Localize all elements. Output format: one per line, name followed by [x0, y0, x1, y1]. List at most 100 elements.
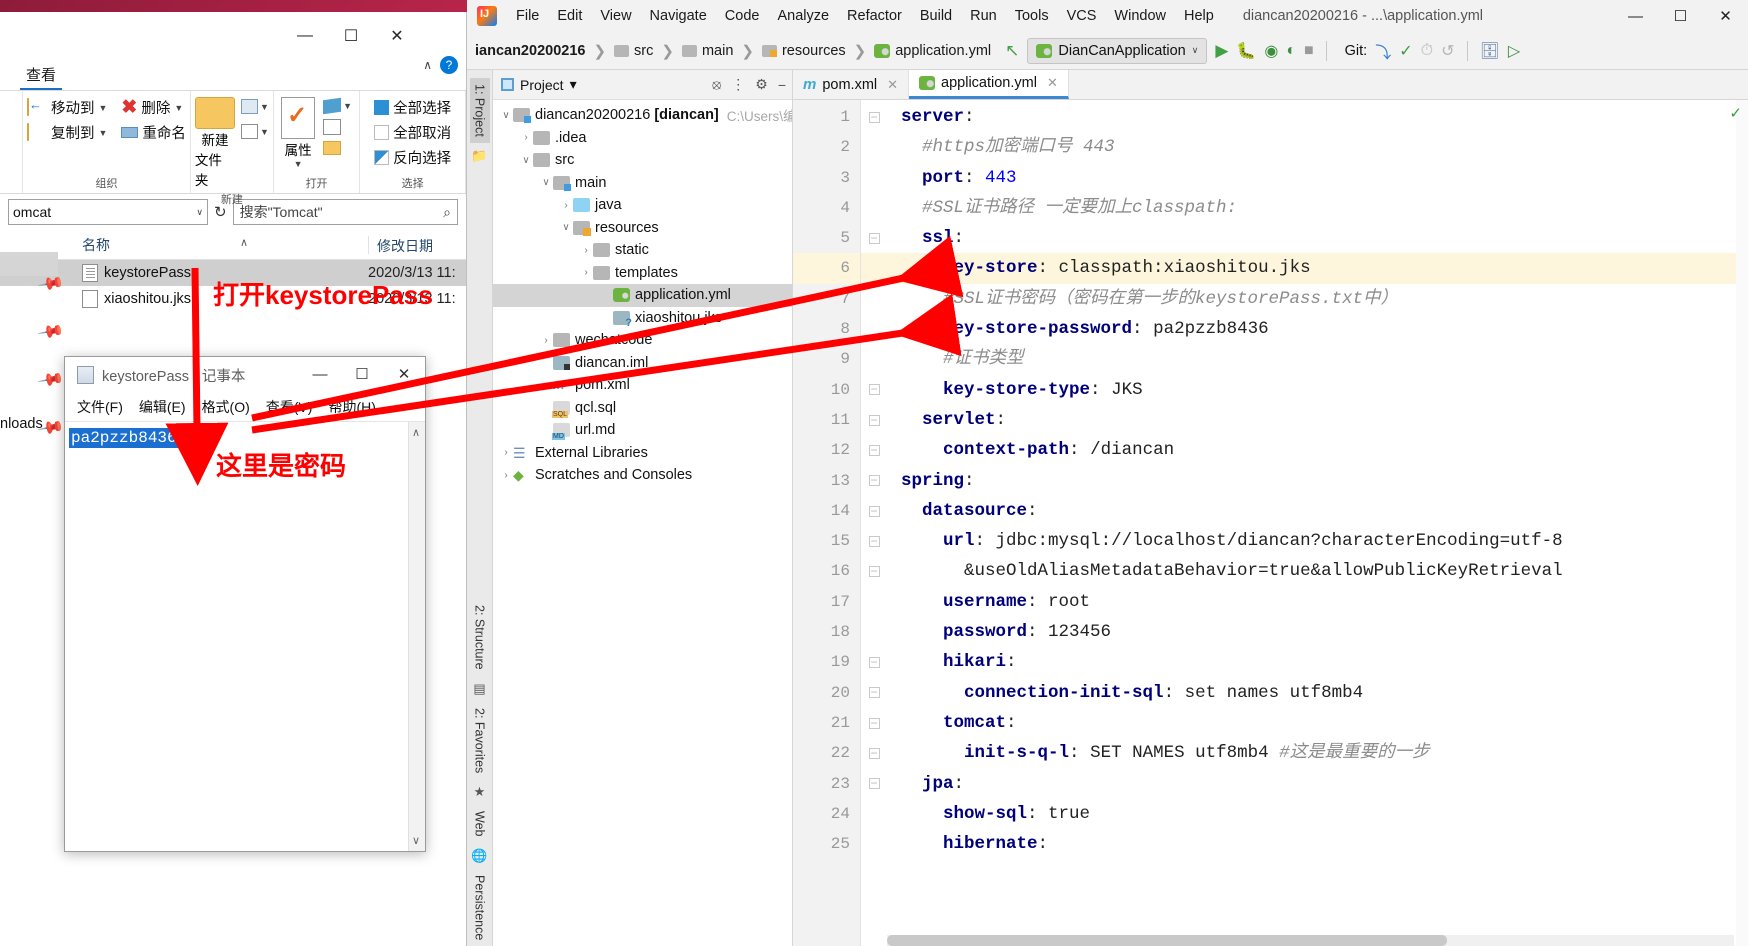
fold-marker[interactable]: −	[861, 466, 887, 496]
code-line[interactable]: key-store-type: JKS	[887, 375, 1748, 405]
fold-marker[interactable]: −	[861, 708, 887, 738]
ribbon-tab-view[interactable]: 查看	[20, 62, 63, 90]
editor-vertical-scrollbar[interactable]: ✓	[1729, 100, 1748, 946]
fold-marker[interactable]: −	[861, 678, 887, 708]
fold-marker[interactable]: −	[861, 435, 887, 465]
chevron-down-icon[interactable]: ▼	[174, 103, 183, 113]
code-content[interactable]: server: #https加密端口号 443 port: 443 #SSL证书…	[887, 100, 1748, 946]
open-icon[interactable]	[323, 97, 342, 115]
fold-marker[interactable]: −	[861, 647, 887, 677]
menu-view[interactable]: View	[591, 5, 640, 27]
chevron-down-icon[interactable]: ∨	[1192, 45, 1199, 56]
code-line[interactable]: hibernate:	[887, 829, 1748, 859]
notepad-menu-edit[interactable]: 编辑(E)	[139, 397, 186, 417]
notepad-menu-format[interactable]: 格式(O)	[202, 397, 250, 417]
code-line[interactable]: server:	[887, 102, 1748, 132]
code-line[interactable]: show-sql: true	[887, 799, 1748, 829]
close-icon[interactable]: ✕	[887, 77, 898, 93]
help-icon[interactable]: ?	[440, 56, 458, 74]
chevron-down-icon[interactable]: ▼	[294, 159, 303, 169]
editor-horizontal-scrollbar[interactable]	[887, 935, 1734, 946]
profile-button-icon[interactable]: ◐	[1286, 42, 1296, 60]
twisty-collapsed-icon[interactable]: ›	[559, 200, 573, 211]
code-line[interactable]: url: jdbc:mysql://localhost/diancan?char…	[887, 526, 1748, 556]
notepad-menu-help[interactable]: 帮助(H)	[328, 397, 375, 417]
tree-node[interactable]: ∨ diancan20200216 [diancan] C:\Users\编	[493, 104, 792, 127]
chevron-down-icon[interactable]: ▼	[260, 127, 269, 137]
notepad-menu-view[interactable]: 查看(V)	[266, 397, 313, 417]
select-all-button[interactable]: 全部选择	[374, 97, 451, 118]
tree-node[interactable]: › java	[493, 194, 792, 217]
breadcrumb-main[interactable]: main	[702, 43, 733, 59]
tree-node[interactable]: application.yml	[493, 284, 792, 307]
explorer-minimize-button[interactable]: —	[282, 12, 328, 60]
close-icon[interactable]: ✕	[1047, 75, 1058, 91]
stripe-tab-web[interactable]: Web	[470, 805, 490, 842]
tree-node[interactable]: › static	[493, 239, 792, 262]
breadcrumb-resources[interactable]: resources	[782, 43, 846, 59]
notepad-text-area[interactable]: pa2pzzb8436 ∧ ∨	[65, 421, 425, 851]
git-history-icon[interactable]: ⏱	[1421, 42, 1433, 60]
notepad-vertical-scrollbar[interactable]: ∧ ∨	[408, 422, 425, 851]
menu-navigate[interactable]: Navigate	[641, 5, 716, 27]
tree-node[interactable]: › wechatcode	[493, 329, 792, 352]
idea-close-button[interactable]: ✕	[1703, 0, 1748, 32]
hide-pane-icon[interactable]: −	[778, 77, 786, 93]
twisty-collapsed-icon[interactable]: ›	[579, 267, 593, 278]
tree-node[interactable]: ∨ resources	[493, 217, 792, 240]
menu-vcs[interactable]: VCS	[1058, 5, 1106, 27]
stripe-tab-persistence[interactable]: Persistence	[470, 869, 490, 946]
edit-icon[interactable]	[323, 119, 342, 135]
twisty-collapsed-icon[interactable]: ›	[539, 335, 553, 346]
tree-node[interactable]: › ◆ Scratches and Consoles	[493, 464, 792, 487]
menu-help[interactable]: Help	[1175, 5, 1223, 27]
chevron-down-icon[interactable]: ▼	[99, 128, 108, 138]
twisty-collapsed-icon[interactable]: ›	[499, 447, 513, 458]
tree-node[interactable]: diancan.iml	[493, 352, 792, 375]
column-header-date[interactable]: 修改日期	[368, 235, 433, 254]
notepad-maximize-button[interactable]: ☐	[341, 357, 383, 391]
stripe-tab-structure[interactable]: 2: Structure	[470, 599, 490, 676]
tree-node[interactable]: ∨ main	[493, 172, 792, 195]
chevron-down-icon[interactable]: ▼	[260, 102, 269, 112]
menu-code[interactable]: Code	[716, 5, 769, 27]
run-button-icon[interactable]: ▶	[1215, 41, 1228, 61]
collapse-all-icon[interactable]: ⋮	[731, 76, 745, 93]
locate-target-icon[interactable]: ⦻	[712, 76, 721, 93]
fold-marker[interactable]: −	[861, 496, 887, 526]
stripe-tab-project[interactable]: 1: Project	[469, 78, 490, 143]
project-pane-title-group[interactable]: Project ▾	[501, 76, 577, 93]
code-line[interactable]: key-store-password: pa2pzzb8436	[887, 314, 1748, 344]
tree-node[interactable]: url.md	[493, 419, 792, 442]
code-line[interactable]: servlet:	[887, 405, 1748, 435]
run-anything-icon[interactable]: ▷	[1508, 41, 1520, 61]
gear-icon[interactable]: ⚙	[755, 76, 768, 93]
new-item-icon[interactable]	[241, 99, 259, 114]
notepad-minimize-button[interactable]: —	[299, 357, 341, 391]
invert-selection-button[interactable]: 反向选择	[374, 147, 451, 168]
rename-button[interactable]: 重命名	[121, 122, 186, 143]
chevron-down-icon[interactable]: ∨	[196, 207, 203, 218]
menu-window[interactable]: Window	[1105, 5, 1175, 27]
breadcrumb-src[interactable]: src	[634, 43, 653, 59]
code-folding-column[interactable]: − − − − − − − − − − − − − −	[861, 100, 887, 946]
code-line[interactable]: username: root	[887, 587, 1748, 617]
project-structure-icon[interactable]: 🗄	[1480, 41, 1500, 61]
menu-refactor[interactable]: Refactor	[838, 5, 911, 27]
twisty-expanded-icon[interactable]: ∨	[499, 110, 513, 121]
notepad-close-button[interactable]: ✕	[383, 357, 425, 391]
search-input[interactable]: 搜索"Tomcat" ⌕	[232, 199, 458, 225]
run-configuration-selector[interactable]: DianCanApplication ∨	[1027, 37, 1208, 64]
file-row-keystorepass[interactable]: keystorePass 2020/3/13 11:	[0, 260, 466, 286]
tree-node[interactable]: xiaoshitou.jks	[493, 307, 792, 330]
easy-access-icon[interactable]	[241, 124, 259, 139]
twisty-expanded-icon[interactable]: ∨	[539, 177, 553, 188]
tree-node[interactable]: m pom.xml	[493, 374, 792, 397]
twisty-expanded-icon[interactable]: ∨	[519, 155, 533, 166]
fold-marker[interactable]: −	[861, 405, 887, 435]
back-arrow-icon[interactable]: ↖	[1005, 41, 1019, 61]
menu-tools[interactable]: Tools	[1006, 5, 1058, 27]
fold-marker[interactable]: −	[861, 738, 887, 768]
notepad-menu-file[interactable]: 文件(F)	[77, 397, 123, 417]
scroll-up-icon[interactable]: ∧	[412, 426, 420, 439]
